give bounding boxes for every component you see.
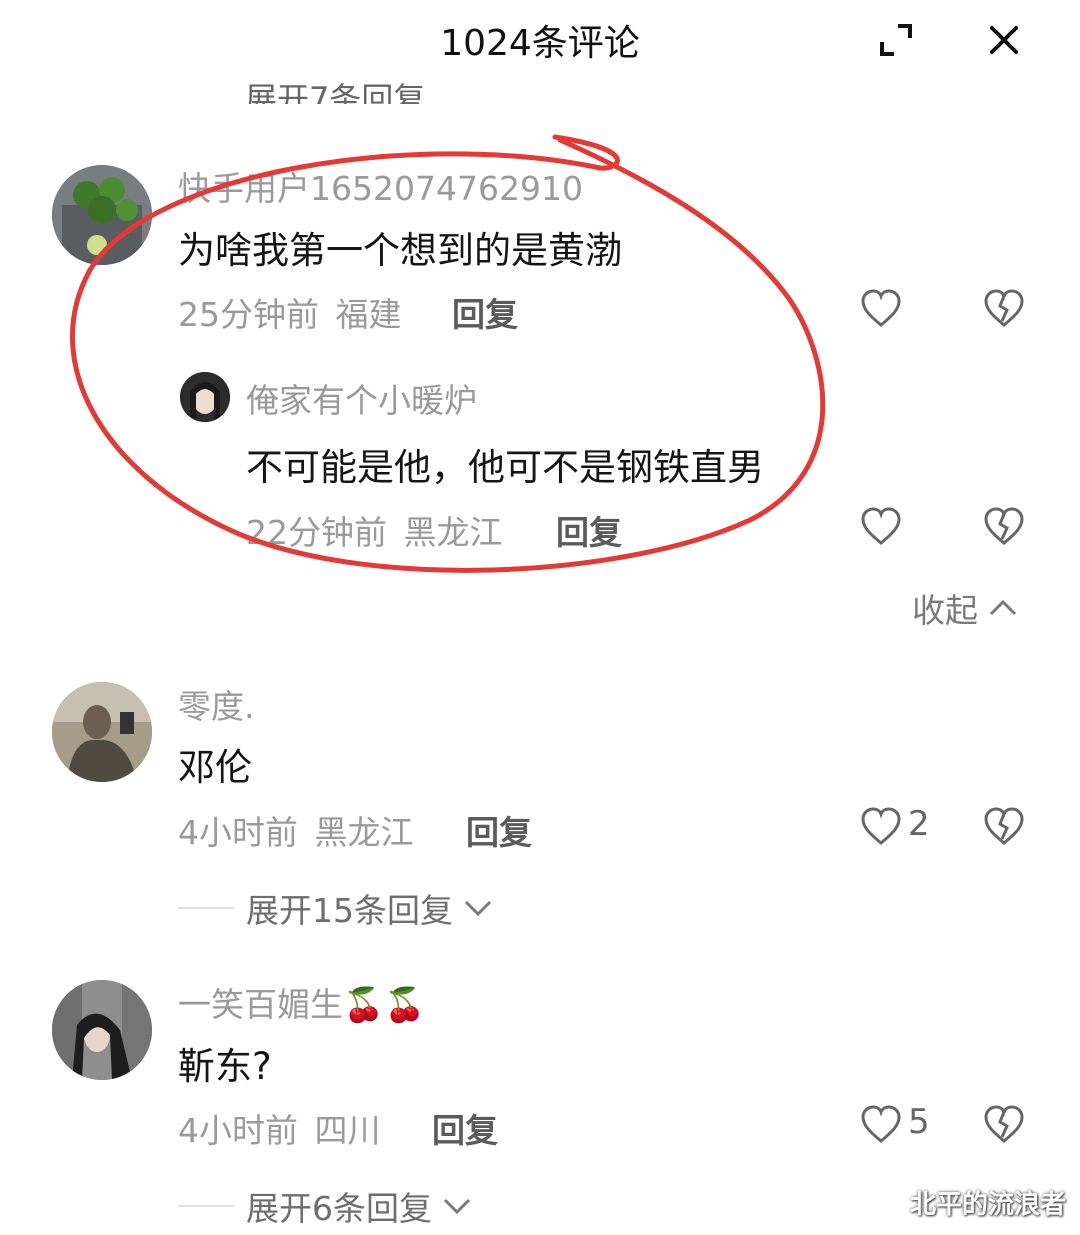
like-count: 2	[908, 804, 930, 844]
chevron-down-icon	[464, 900, 492, 917]
watermark: 北平的流浪者	[909, 1190, 1066, 1220]
comment-meta: 4小时前 黑龙江	[178, 806, 414, 854]
photo-avatar-icon	[52, 682, 152, 782]
like-heart-icon[interactable]	[860, 288, 902, 330]
page-title: 1024条评论	[440, 23, 640, 64]
comment-text: 邓伦	[178, 746, 252, 789]
comment-text: 为啥我第一个想到的是黄渤	[178, 229, 622, 272]
comment-time: 25分钟前	[178, 295, 319, 334]
divider-line	[178, 907, 234, 909]
divider-line	[178, 1205, 234, 1207]
collapse-replies-button[interactable]: 收起	[912, 584, 1018, 632]
reply-location: 黑龙江	[403, 513, 503, 552]
comment-username[interactable]: 零度.	[178, 680, 255, 728]
like-heart-icon[interactable]	[860, 806, 902, 848]
comment-location: 四川	[314, 1111, 381, 1150]
woman-avatar-icon	[52, 980, 152, 1080]
like-count: 5	[908, 1102, 930, 1142]
girl-avatar-icon	[180, 372, 230, 422]
header: 1024条评论	[0, 0, 1080, 80]
reply-meta: 22分钟前 黑龙江	[246, 506, 503, 554]
comment-text: 靳东?	[178, 1045, 272, 1088]
reply-button[interactable]: 回复	[556, 506, 622, 554]
reply-button[interactable]: 回复	[452, 288, 518, 336]
limes-avatar-icon	[52, 165, 152, 265]
collapse-label: 收起	[912, 591, 978, 630]
avatar[interactable]	[52, 165, 152, 265]
like-heart-icon[interactable]	[860, 506, 902, 548]
dislike-broken-heart-icon[interactable]	[983, 506, 1025, 548]
chevron-down-icon	[443, 1198, 471, 1215]
expand-label: 展开15条回复	[246, 891, 453, 930]
like-heart-icon[interactable]	[860, 1104, 902, 1146]
comment-username[interactable]: 快手用户1652074762910	[178, 162, 583, 210]
expand-replies-button[interactable]: 展开6条回复	[178, 1182, 472, 1230]
comment-meta: 25分钟前 福建	[178, 288, 402, 336]
comment-time: 4小时前	[178, 813, 298, 852]
reply-username[interactable]: 俺家有个小暖炉	[246, 374, 477, 422]
expand-label: 展开6条回复	[246, 1189, 432, 1228]
expand-icon[interactable]	[876, 20, 916, 60]
comment-location: 黑龙江	[314, 813, 414, 852]
dislike-broken-heart-icon[interactable]	[983, 1104, 1025, 1146]
reply-text: 不可能是他，他可不是钢铁直男	[246, 446, 764, 489]
reply-button[interactable]: 回复	[466, 806, 532, 854]
comment-username[interactable]: 一笑百媚生🍒🍒	[178, 978, 425, 1026]
expand-replies-button[interactable]: 展开15条回复	[178, 884, 493, 932]
dislike-broken-heart-icon[interactable]	[983, 806, 1025, 848]
avatar[interactable]	[52, 980, 152, 1080]
comment-time: 4小时前	[178, 1111, 298, 1150]
comment-meta: 4小时前 四川	[178, 1104, 381, 1152]
reply-time: 22分钟前	[246, 513, 387, 552]
comment-location: 福建	[335, 295, 402, 334]
reply-avatar[interactable]	[180, 372, 230, 422]
avatar[interactable]	[52, 682, 152, 782]
chevron-up-icon	[989, 599, 1017, 616]
dislike-broken-heart-icon[interactable]	[983, 288, 1025, 330]
reply-button[interactable]: 回复	[432, 1104, 498, 1152]
close-icon[interactable]	[984, 20, 1024, 60]
